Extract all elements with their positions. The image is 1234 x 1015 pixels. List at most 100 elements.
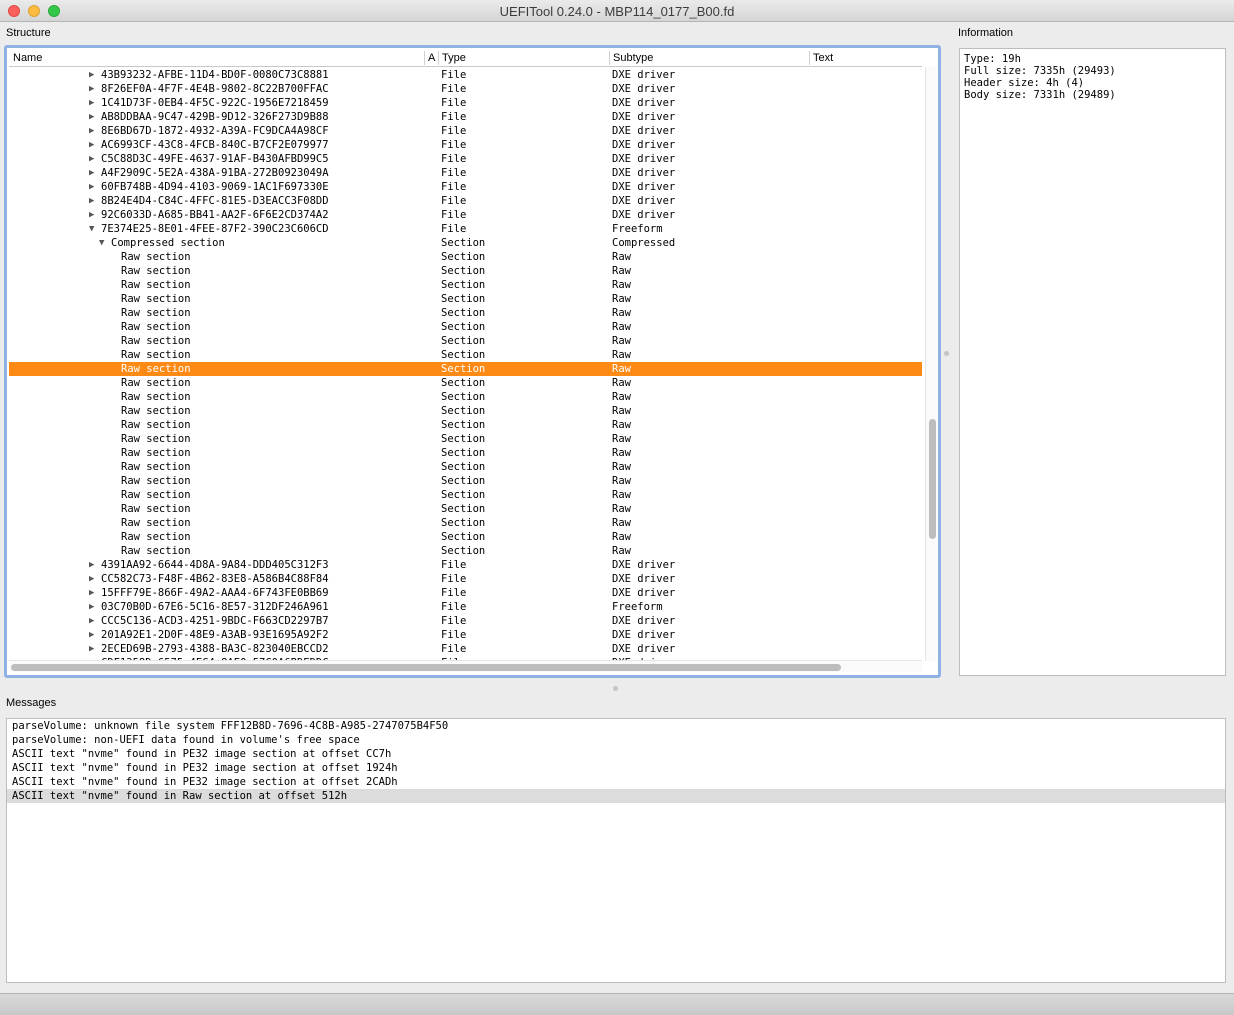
- tree-row[interactable]: Raw section Section Raw: [9, 362, 922, 376]
- expand-arrow-icon[interactable]: ▶: [89, 68, 94, 82]
- tree-row[interactable]: ▶ 03C70B0D-67E6-5C16-8E57-312DF246A961 Fil…: [9, 600, 922, 614]
- expand-arrow-icon[interactable]: ▶: [89, 82, 94, 96]
- tree-row[interactable]: Raw section Section Raw: [9, 530, 922, 544]
- expand-arrow-icon[interactable]: ▶: [89, 586, 94, 600]
- tree-row[interactable]: Raw section Section Raw: [9, 348, 922, 362]
- tree-row-name: Raw section: [121, 307, 191, 319]
- tree-row-subtype: Raw: [612, 321, 631, 333]
- info-line: Body size: 7331h (29489): [964, 89, 1116, 101]
- tree-row[interactable]: Raw section Section Raw: [9, 376, 922, 390]
- tree-row-subtype: Raw: [612, 377, 631, 389]
- tree-row[interactable]: ▶ CCC5C136-ACD3-4251-9BDC-F663CD2297B7 Fil…: [9, 614, 922, 628]
- tree-row[interactable]: Raw section Section Raw: [9, 446, 922, 460]
- horizontal-scroll-thumb[interactable]: [11, 664, 841, 671]
- tree-row[interactable]: ▶ A4F2909C-5E2A-438A-91BA-272B0923049A Fil…: [9, 166, 922, 180]
- message-item[interactable]: ASCII text "nvme" found in PE32 image se…: [7, 747, 1225, 761]
- column-separator[interactable]: [809, 51, 810, 65]
- message-item[interactable]: ASCII text "nvme" found in Raw section a…: [7, 789, 1225, 803]
- expand-arrow-icon[interactable]: ▶: [89, 180, 94, 194]
- structure-panel: Name A Type Subtype Text ▶ 43B93232-AFBE-…: [4, 45, 941, 678]
- tree-row[interactable]: Raw section Section Raw: [9, 292, 922, 306]
- expand-arrow-icon[interactable]: ▶: [89, 208, 94, 222]
- tree-row[interactable]: ▼ 7E374E25-8E01-4FEE-87F2-390C23C606CD Fil…: [9, 222, 922, 236]
- expand-arrow-icon[interactable]: ▶: [89, 152, 94, 166]
- tree-row[interactable]: Raw section Section Raw: [9, 404, 922, 418]
- tree-row[interactable]: ▶ C5C88D3C-49FE-4637-91AF-B430AFBD99C5 Fil…: [9, 152, 922, 166]
- tree-row[interactable]: Raw section Section Raw: [9, 488, 922, 502]
- structure-tree[interactable]: Name A Type Subtype Text ▶ 43B93232-AFBE-…: [9, 50, 922, 673]
- column-separator[interactable]: [424, 51, 425, 65]
- expand-arrow-icon[interactable]: ▶: [89, 110, 94, 124]
- tree-row[interactable]: ▶ 8F26EF0A-4F7F-4E4B-9802-8C22B700FFAC Fil…: [9, 82, 922, 96]
- tree-row[interactable]: ▶ 2ECED69B-2793-4388-BA3C-823040EBCCD2 Fil…: [9, 642, 922, 656]
- column-separator[interactable]: [438, 51, 439, 65]
- expand-arrow-icon[interactable]: ▶: [89, 614, 94, 628]
- expand-arrow-icon[interactable]: ▶: [89, 572, 94, 586]
- information-panel[interactable]: Type: 19h Full size: 7335h (29493) Heade…: [959, 48, 1226, 676]
- expand-arrow-icon[interactable]: ▶: [89, 600, 94, 614]
- tree-row[interactable]: Raw section Section Raw: [9, 432, 922, 446]
- tree-row[interactable]: Raw section Section Raw: [9, 516, 922, 530]
- vertical-splitter-handle[interactable]: [944, 351, 949, 356]
- tree-row-type: Section: [441, 307, 486, 319]
- message-item[interactable]: parseVolume: non-UEFI data found in volu…: [7, 733, 1225, 747]
- tree-row[interactable]: ▶ AB8DDBAA-9C47-429B-9D12-326F273D9B88 Fil…: [9, 110, 922, 124]
- tree-row[interactable]: Raw section Section Raw: [9, 306, 922, 320]
- horizontal-splitter-handle[interactable]: [613, 686, 618, 691]
- tree-row[interactable]: ▶ AC6993CF-43C8-4FCB-840C-B7CF2E079977 Fil…: [9, 138, 922, 152]
- column-header-type[interactable]: Type: [442, 52, 466, 64]
- tree-row[interactable]: ▶ 43B93232-AFBE-11D4-BD0F-0080C73C8881 Fil…: [9, 68, 922, 82]
- tree-row[interactable]: ▶ 8B24E4D4-C84C-4FFC-81E5-D3EACC3F08DD Fil…: [9, 194, 922, 208]
- collapse-arrow-icon[interactable]: ▼: [89, 222, 94, 236]
- horizontal-scrollbar[interactable]: [9, 660, 922, 672]
- column-header-action[interactable]: A: [428, 52, 435, 64]
- tree-row[interactable]: Raw section Section Raw: [9, 460, 922, 474]
- tree-row[interactable]: Raw section Section Raw: [9, 320, 922, 334]
- message-item[interactable]: ASCII text "nvme" found in PE32 image se…: [7, 775, 1225, 789]
- tree-row-subtype: DXE driver: [612, 139, 676, 151]
- tree-row[interactable]: ▶ 8E6BD67D-1872-4932-A39A-FC9DCA4A98CF Fil…: [9, 124, 922, 138]
- tree-row[interactable]: Raw section Section Raw: [9, 418, 922, 432]
- tree-row[interactable]: ▼ Compressed section Section Compressed: [9, 236, 922, 250]
- tree-row-subtype: DXE driver: [612, 167, 676, 179]
- tree-row-name: 8F26EF0A-4F7F-4E4B-9802-8C22B700FFAC: [101, 83, 329, 95]
- tree-row[interactable]: ▶ 15FFF79E-866F-49A2-AAA4-6F743FE0BB69 Fil…: [9, 586, 922, 600]
- tree-row[interactable]: Raw section Section Raw: [9, 544, 922, 558]
- column-header-subtype[interactable]: Subtype: [613, 52, 653, 64]
- collapse-arrow-icon[interactable]: ▼: [99, 236, 104, 250]
- column-separator[interactable]: [609, 51, 610, 65]
- tree-row-name: Raw section: [121, 321, 191, 333]
- expand-arrow-icon[interactable]: ▶: [89, 558, 94, 572]
- vertical-scroll-thumb[interactable]: [929, 419, 936, 539]
- vertical-scrollbar[interactable]: [925, 67, 937, 661]
- tree-row[interactable]: Raw section Section Raw: [9, 390, 922, 404]
- tree-row[interactable]: ▶ 4391AA92-6644-4D8A-9A84-DDD405C312F3 Fil…: [9, 558, 922, 572]
- column-header-text[interactable]: Text: [813, 52, 833, 64]
- tree-row-name: Raw section: [121, 265, 191, 277]
- expand-arrow-icon[interactable]: ▶: [89, 138, 94, 152]
- tree-row[interactable]: ▶ 1C41D73F-0EB4-4F5C-922C-1956E7218459 Fil…: [9, 96, 922, 110]
- tree-row[interactable]: ▶ 60FB748B-4D94-4103-9069-1AC1F697330E Fil…: [9, 180, 922, 194]
- tree-row[interactable]: Raw section Section Raw: [9, 278, 922, 292]
- tree-row[interactable]: Raw section Section Raw: [9, 264, 922, 278]
- tree-row[interactable]: Raw section Section Raw: [9, 474, 922, 488]
- message-item[interactable]: parseVolume: unknown file system FFF12B8…: [7, 719, 1225, 733]
- tree-row[interactable]: Raw section Section Raw: [9, 250, 922, 264]
- column-header-name[interactable]: Name: [13, 52, 42, 64]
- info-line: Header size: 4h (4): [964, 77, 1085, 89]
- expand-arrow-icon[interactable]: ▶: [89, 642, 94, 656]
- tree-row-type: Section: [441, 531, 486, 543]
- tree-row-name: 2ECED69B-2793-4388-BA3C-823040EBCCD2: [101, 643, 329, 655]
- expand-arrow-icon[interactable]: ▶: [89, 628, 94, 642]
- messages-list[interactable]: parseVolume: unknown file system FFF12B8…: [6, 718, 1226, 983]
- expand-arrow-icon[interactable]: ▶: [89, 166, 94, 180]
- message-item[interactable]: ASCII text "nvme" found in PE32 image se…: [7, 761, 1225, 775]
- tree-row[interactable]: Raw section Section Raw: [9, 502, 922, 516]
- tree-row[interactable]: Raw section Section Raw: [9, 334, 922, 348]
- tree-row[interactable]: ▶ CC582C73-F48F-4B62-83E8-A586B4C88F84 Fil…: [9, 572, 922, 586]
- expand-arrow-icon[interactable]: ▶: [89, 194, 94, 208]
- tree-row[interactable]: ▶ 201A92E1-2D0F-48E9-A3AB-93E1695A92F2 Fil…: [9, 628, 922, 642]
- tree-row[interactable]: ▶ 92C6033D-A685-BB41-AA2F-6F6E2CD374A2 Fil…: [9, 208, 922, 222]
- expand-arrow-icon[interactable]: ▶: [89, 96, 94, 110]
- expand-arrow-icon[interactable]: ▶: [89, 124, 94, 138]
